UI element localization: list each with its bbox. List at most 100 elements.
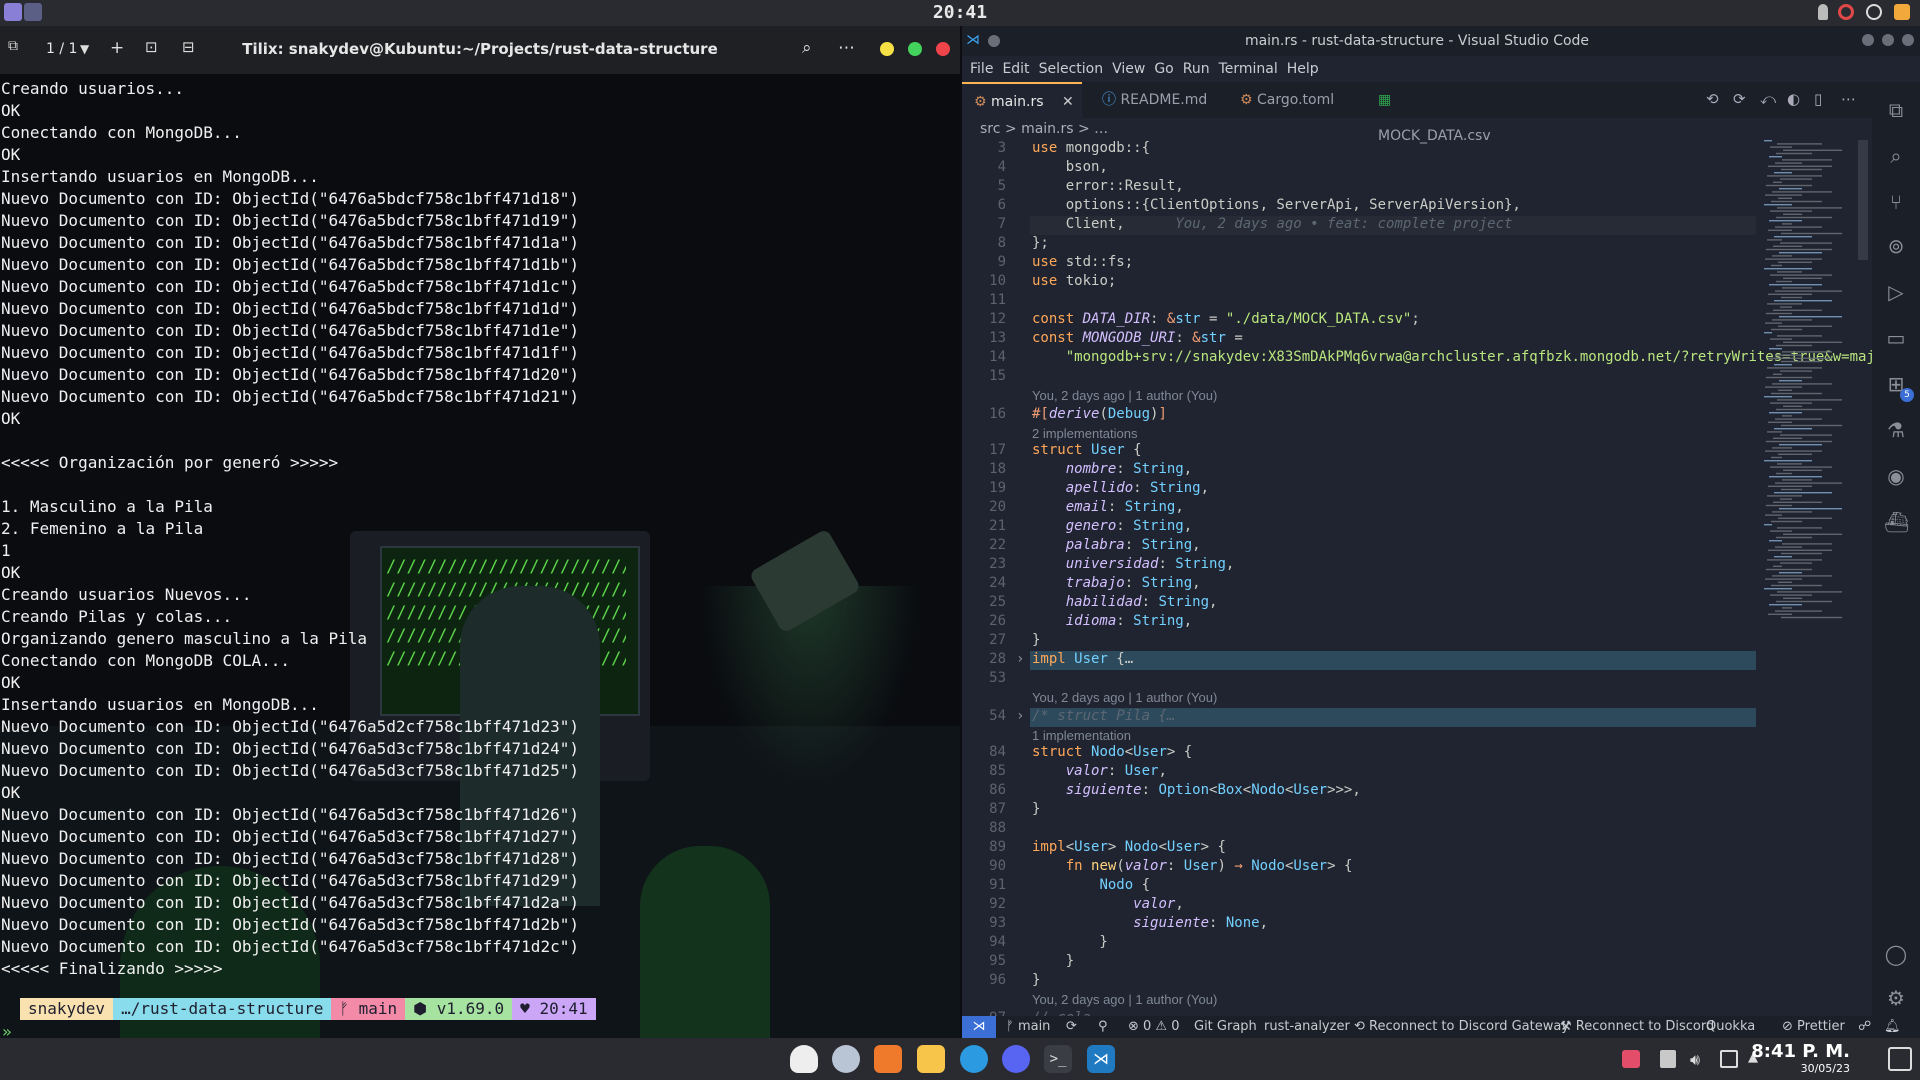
line-number[interactable]: 13 bbox=[962, 330, 1006, 346]
taskbar-clock[interactable]: 8:41 P. M. 30/05/23 bbox=[1751, 1041, 1850, 1075]
tab-readme[interactable]: ⓘ README.md bbox=[1090, 82, 1220, 118]
maximize-button[interactable] bbox=[1882, 34, 1894, 46]
line-number[interactable]: 25 bbox=[962, 594, 1006, 610]
code-line[interactable]: Nodo { bbox=[1032, 877, 1150, 893]
code-line[interactable]: const DATA_DIR: &str = "./data/MOCK_DATA… bbox=[1032, 311, 1420, 327]
terminal-app-icon[interactable]: >_ bbox=[1044, 1045, 1072, 1073]
close-button[interactable] bbox=[1902, 34, 1914, 46]
remote-icon[interactable]: ⋊ bbox=[962, 1016, 996, 1038]
git-icon[interactable]: ⚲ bbox=[1098, 1016, 1108, 1038]
status-quokka[interactable]: Quokka bbox=[1706, 1016, 1755, 1038]
line-number[interactable]: 10 bbox=[962, 273, 1006, 289]
line-number[interactable]: 4 bbox=[962, 159, 1006, 175]
code-line[interactable]: #[derive(Debug)] bbox=[1032, 406, 1167, 422]
menu-file[interactable]: File bbox=[970, 56, 993, 82]
fold-chevron-icon[interactable]: › bbox=[1016, 651, 1024, 667]
line-number[interactable]: 89 bbox=[962, 839, 1006, 855]
fold-chevron-icon[interactable]: › bbox=[1016, 708, 1024, 724]
more-menu-icon[interactable]: ⋯ bbox=[838, 38, 855, 58]
line-number[interactable]: 14 bbox=[962, 349, 1006, 365]
explorer-icon[interactable]: ⧉ bbox=[1884, 98, 1908, 122]
terminal-output[interactable]: Creando usuarios... OK Conectando con Mong… bbox=[1, 78, 579, 980]
code-line[interactable]: /* struct Pila {… bbox=[1032, 708, 1175, 724]
split-editor-icon[interactable]: ▯ bbox=[1814, 90, 1822, 108]
code-line[interactable]: Client, You, 2 days ago • feat: complete… bbox=[1032, 216, 1513, 232]
line-number[interactable]: 27 bbox=[962, 632, 1006, 648]
network-icon[interactable] bbox=[1720, 1050, 1738, 1068]
line-number[interactable]: 3 bbox=[962, 140, 1006, 156]
git-graph-icon[interactable]: ⊚ bbox=[1884, 234, 1908, 258]
minimize-button[interactable] bbox=[1862, 34, 1874, 46]
quokka-icon[interactable]: ◉ bbox=[1884, 464, 1908, 488]
code-lens[interactable]: 1 implementation bbox=[1032, 728, 1131, 743]
code-line[interactable]: palabra: String, bbox=[1032, 537, 1201, 553]
code-lens[interactable]: You, 2 days ago | 1 author (You) bbox=[1032, 388, 1217, 403]
code-line[interactable]: bson, bbox=[1032, 159, 1108, 175]
code-line[interactable]: } bbox=[1032, 632, 1040, 648]
run-debug-icon[interactable]: ▷ bbox=[1884, 280, 1908, 304]
code-editor[interactable]: 3 use mongodb::{4 bson, 5 error::Result, 6 … bbox=[962, 140, 1920, 1026]
code-line[interactable]: } bbox=[1032, 801, 1040, 817]
status-rust-analyzer[interactable]: rust-analyzer bbox=[1264, 1016, 1350, 1038]
docker-icon[interactable]: ⛴ bbox=[1884, 510, 1909, 534]
line-number[interactable]: 16 bbox=[962, 406, 1006, 422]
code-line[interactable]: use tokio; bbox=[1032, 273, 1116, 289]
code-line[interactable]: } bbox=[1032, 972, 1040, 988]
feedback-icon[interactable]: ☍ bbox=[1858, 1016, 1871, 1038]
line-number[interactable]: 84 bbox=[962, 744, 1006, 760]
code-line[interactable]: const MONGODB_URI: &str = bbox=[1032, 330, 1243, 346]
source-control-icon[interactable]: ⑂ bbox=[1884, 190, 1908, 214]
code-line[interactable]: habilidad: String, bbox=[1032, 594, 1218, 610]
tab-mock-data-csv[interactable]: ▦ MOCK_DATA.csv bbox=[1366, 82, 1496, 144]
minimap[interactable] bbox=[1760, 140, 1870, 740]
code-line[interactable]: error::Result, bbox=[1032, 178, 1184, 194]
more-actions-icon[interactable]: ⋯ bbox=[1841, 90, 1856, 108]
line-number[interactable]: 26 bbox=[962, 613, 1006, 629]
code-line[interactable]: }; bbox=[1032, 235, 1049, 251]
code-line[interactable]: use mongodb::{ bbox=[1032, 140, 1150, 156]
code-line[interactable]: email: String, bbox=[1032, 499, 1184, 515]
status-discord-gateway[interactable]: ⟲ Reconnect to Discord Gateway bbox=[1354, 1016, 1569, 1038]
discord-app-icon[interactable] bbox=[1002, 1045, 1030, 1073]
vscode-app-icon[interactable]: ⋊ bbox=[1087, 1045, 1115, 1073]
search-icon[interactable]: ⌕ bbox=[802, 38, 812, 58]
line-number[interactable]: 54 bbox=[962, 708, 1006, 724]
line-number[interactable]: 94 bbox=[962, 934, 1006, 950]
line-number[interactable]: 12 bbox=[962, 311, 1006, 327]
vscode-window[interactable]: ⋊ main.rs - rust-data-structure - Visual… bbox=[962, 26, 1920, 1038]
settings-app-icon[interactable] bbox=[832, 1045, 860, 1073]
menu-run[interactable]: Run bbox=[1183, 56, 1210, 82]
code-lens[interactable]: 2 implementations bbox=[1032, 426, 1138, 441]
maximize-button[interactable] bbox=[908, 42, 922, 56]
menu-view[interactable]: View bbox=[1112, 56, 1145, 82]
go-back-icon[interactable]: ⟲ bbox=[1706, 90, 1719, 108]
sync-icon[interactable]: ⟳ bbox=[1066, 1016, 1077, 1038]
code-line[interactable]: genero: String, bbox=[1032, 518, 1192, 534]
menu-go[interactable]: Go bbox=[1154, 56, 1173, 82]
line-number[interactable]: 23 bbox=[962, 556, 1006, 572]
testing-icon[interactable]: ⚗ bbox=[1884, 418, 1908, 442]
tilix-terminal-window[interactable]: /////////////////////////// ////////////… bbox=[0, 26, 960, 1038]
code-line[interactable]: valor: User, bbox=[1032, 763, 1167, 779]
revert-icon[interactable]: ⤺ bbox=[1760, 90, 1776, 108]
line-number[interactable]: 6 bbox=[962, 197, 1006, 213]
stop-icon[interactable] bbox=[1866, 4, 1882, 20]
code-line[interactable]: valor, bbox=[1032, 896, 1184, 912]
code-line[interactable]: use std::fs; bbox=[1032, 254, 1133, 270]
code-line[interactable]: universidad: String, bbox=[1032, 556, 1235, 572]
settings-gear-icon[interactable]: ⚙ bbox=[1884, 986, 1908, 1010]
status-branch[interactable]: ᚠ main bbox=[1006, 1016, 1050, 1038]
line-number[interactable]: 7 bbox=[962, 216, 1006, 232]
app-launcher-icon[interactable] bbox=[790, 1045, 818, 1073]
line-number[interactable]: 28 bbox=[962, 651, 1006, 667]
code-line[interactable]: } bbox=[1032, 934, 1107, 950]
tray-app-icon[interactable] bbox=[1622, 1050, 1640, 1068]
menu-edit[interactable]: Edit bbox=[1002, 56, 1029, 82]
line-number[interactable]: 22 bbox=[962, 537, 1006, 553]
code-line[interactable]: impl<User> Nodo<User> { bbox=[1032, 839, 1226, 855]
line-number[interactable]: 93 bbox=[962, 915, 1006, 931]
edge-browser-icon[interactable] bbox=[960, 1045, 988, 1073]
volume-icon[interactable]: 🔊︎ bbox=[1690, 1050, 1708, 1069]
code-line[interactable]: apellido: String, bbox=[1032, 480, 1209, 496]
status-discord[interactable]: ⚒ Reconnect to Discord bbox=[1560, 1016, 1714, 1038]
